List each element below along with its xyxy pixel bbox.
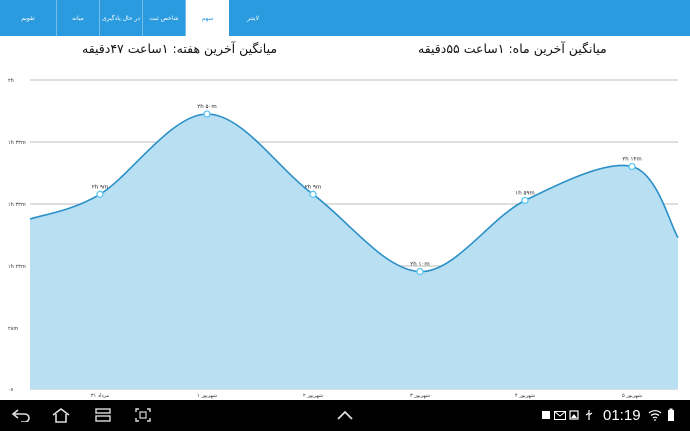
- data-point[interactable]: [203, 110, 211, 118]
- tab-learning[interactable]: در حال یادگیری: [100, 0, 143, 36]
- data-point[interactable]: [96, 190, 104, 198]
- data-label: ۲h ۹m: [92, 184, 109, 190]
- back-icon[interactable]: [10, 405, 32, 425]
- y-tick-label: ۲۸m: [8, 326, 18, 332]
- usb-icon: [582, 405, 596, 425]
- tab-leitner[interactable]: لایتنر: [229, 0, 277, 36]
- area-fill: [30, 114, 678, 389]
- mail-icon: [553, 405, 567, 425]
- data-label: ۲h ۹m: [305, 184, 322, 190]
- gallery-icon: [568, 405, 580, 425]
- data-label: ۱h ۵۹m: [515, 191, 534, 197]
- y-tick-label: ۲h: [8, 78, 14, 84]
- recent-apps-icon[interactable]: [92, 405, 114, 425]
- system-navigation-bar: 01:19: [0, 400, 690, 431]
- wifi-icon: [648, 405, 662, 425]
- screenshot-icon[interactable]: [132, 405, 154, 425]
- data-point[interactable]: [309, 190, 317, 198]
- week-average-text: میانگین آخرین هفته: ۱ساعت ۴۷دقیقه: [82, 41, 278, 56]
- y-tick-label: ۱h ۳۳m: [8, 140, 26, 146]
- y-tick-label: ۱h ۲۳m: [8, 264, 26, 270]
- clock-time: 01:19: [603, 407, 641, 424]
- x-tick-label: ۱ شهریور: [197, 393, 217, 399]
- x-tick-label: ۵ شهریور: [622, 393, 642, 399]
- data-label: ۲h ۱۴m: [622, 157, 641, 163]
- x-tick-label: ۴ شهریور: [515, 393, 535, 399]
- share-area-chart: ۲h ۱h ۳۳m ۱h ۳۳m ۱h ۲۳m ۲۸m ۰s ۲h ۹m ۲h ۵…: [8, 78, 679, 399]
- home-icon[interactable]: [50, 405, 72, 425]
- top-tab-bar: تقویم میانه در حال یادگیری شاخص ثبت سهم …: [0, 0, 690, 36]
- x-tick-label: ۳ شهریور: [410, 393, 430, 399]
- tab-median[interactable]: میانه: [57, 0, 100, 36]
- y-tick-label: ۰s: [8, 387, 14, 393]
- data-label: ۲h ۵۰m: [197, 104, 216, 110]
- data-point[interactable]: [628, 162, 636, 171]
- tab-record-index[interactable]: شاخص ثبت: [143, 0, 186, 36]
- up-chevron-icon[interactable]: [334, 405, 356, 425]
- month-average-text: میانگین آخرین ماه: ۱ساعت ۵۵دقیقه: [418, 41, 607, 56]
- x-tick-label: ۲ شهریور: [303, 393, 323, 399]
- image-icon: [540, 405, 552, 425]
- battery-icon: [664, 405, 678, 425]
- x-ticks-layer: ۳۱ مرداد ۱ شهریور ۲ شهریور ۳ شهریور ۴ شهریور…: [91, 393, 642, 399]
- x-tick-label: ۳۱ مرداد: [91, 393, 110, 399]
- tab-share[interactable]: سهم: [186, 0, 229, 36]
- y-tick-label: ۱h ۳۳m: [8, 202, 26, 208]
- data-point[interactable]: [416, 267, 424, 276]
- data-point[interactable]: [521, 196, 529, 205]
- data-label: ۲h ۱۰m: [410, 262, 429, 268]
- tab-calendar[interactable]: تقویم: [0, 0, 57, 36]
